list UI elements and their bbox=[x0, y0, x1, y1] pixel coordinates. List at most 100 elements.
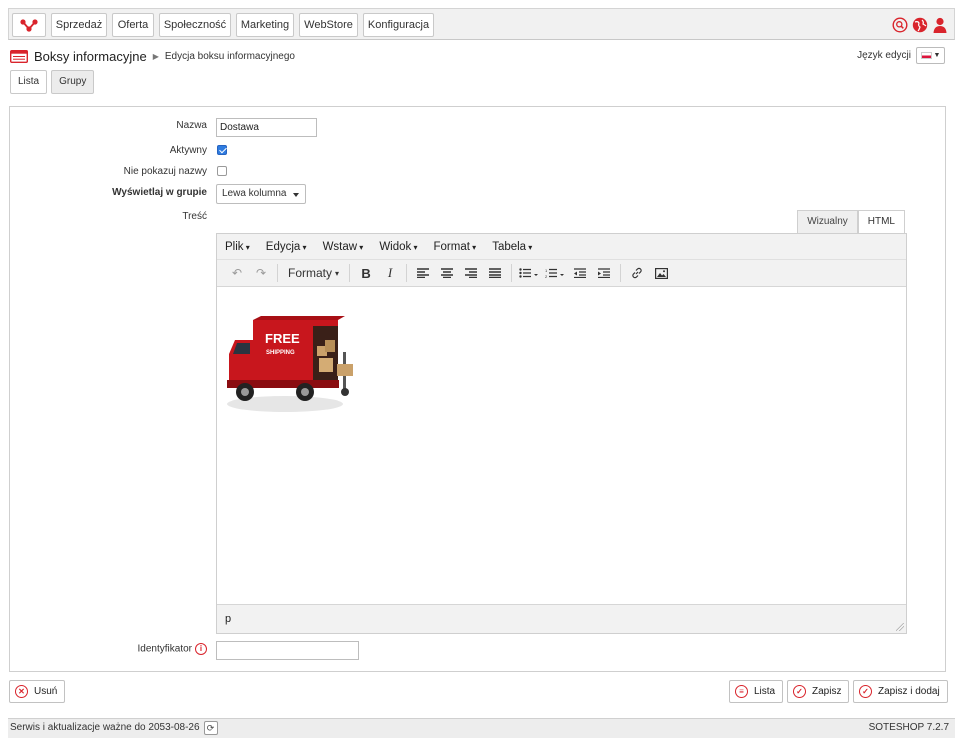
check-icon: ✓ bbox=[859, 685, 872, 698]
align-justify-icon[interactable] bbox=[483, 262, 507, 284]
nav-marketing[interactable]: Marketing bbox=[236, 13, 294, 37]
element-path[interactable]: p bbox=[225, 613, 231, 625]
tab-lista[interactable]: Lista bbox=[10, 70, 48, 94]
toolbar-divider bbox=[277, 264, 278, 282]
display-group-label: Wyświetlaj w grupie bbox=[112, 187, 207, 198]
outdent-icon[interactable] bbox=[568, 262, 592, 284]
formats-dropdown[interactable]: Formaty ▾ bbox=[282, 262, 345, 284]
editor-mode-tabs: Wizualny HTML bbox=[797, 210, 905, 234]
caret-down-icon bbox=[293, 193, 299, 197]
align-left-icon[interactable] bbox=[411, 262, 435, 284]
toolbar-divider bbox=[349, 264, 351, 282]
user-icon[interactable] bbox=[932, 17, 948, 33]
content-label: Treść bbox=[182, 211, 207, 222]
info-box-icon bbox=[10, 49, 28, 63]
delete-button[interactable]: ✕ Usuń bbox=[9, 680, 66, 703]
hide-name-checkbox[interactable] bbox=[217, 166, 227, 176]
menu-format[interactable]: Format bbox=[434, 241, 477, 253]
breadcrumb: Boksy informacyjne ▶ Edycja boksu inform… bbox=[10, 47, 295, 65]
bold-icon[interactable]: B bbox=[354, 262, 378, 284]
save-and-add-label: Zapisz i dodaj bbox=[878, 686, 940, 697]
refresh-icon[interactable]: ⟳ bbox=[203, 721, 218, 735]
caret-down-icon: ▼ bbox=[933, 52, 941, 59]
undo-icon[interactable]: ↶ bbox=[225, 262, 249, 284]
page-subtitle: Edycja boksu informacyjnego bbox=[164, 50, 295, 62]
editor-statusbar: p bbox=[217, 604, 906, 633]
svg-text:2: 2 bbox=[545, 274, 548, 278]
save-button[interactable]: ✓ Zapisz bbox=[787, 680, 850, 703]
nav-konfiguracja[interactable]: Konfiguracja bbox=[363, 13, 434, 37]
active-label: Aktywny bbox=[169, 145, 207, 156]
align-right-icon[interactable] bbox=[459, 262, 483, 284]
name-label: Nazwa bbox=[176, 120, 207, 131]
tab-wizualny[interactable]: Wizualny bbox=[797, 210, 858, 234]
editor-content-area[interactable]: FREE SHIPPING bbox=[217, 287, 906, 604]
menu-widok[interactable]: Widok bbox=[379, 241, 417, 253]
edit-form-panel: Nazwa Dostawa Aktywny Nie pokazuj nazwy … bbox=[9, 106, 946, 672]
svg-text:1: 1 bbox=[545, 268, 548, 273]
resize-handle-icon[interactable] bbox=[896, 623, 904, 631]
caret-down-icon: ▾ bbox=[335, 268, 340, 278]
tab-grupy[interactable]: Grupy bbox=[51, 70, 95, 94]
globe-icon[interactable] bbox=[912, 17, 928, 33]
link-icon[interactable] bbox=[625, 262, 649, 284]
top-navigation: Sprzedaż Oferta Społeczność Marketing We… bbox=[8, 8, 955, 40]
nav-oferta[interactable]: Oferta bbox=[112, 13, 154, 37]
tab-html[interactable]: HTML bbox=[857, 210, 905, 234]
logo-button[interactable] bbox=[12, 13, 46, 37]
rich-text-editor: Plik Edycja Wstaw Widok Format Tabela ↶ … bbox=[216, 233, 907, 634]
image-icon[interactable] bbox=[649, 262, 673, 284]
redo-icon[interactable]: ↷ bbox=[249, 262, 273, 284]
editor-menubar: Plik Edycja Wstaw Widok Format Tabela bbox=[217, 234, 906, 260]
formats-label: Formaty bbox=[288, 266, 333, 280]
list-button[interactable]: ≡ Lista bbox=[729, 680, 784, 703]
truck-free-text: FREE bbox=[265, 331, 300, 346]
menu-plik[interactable]: Plik bbox=[225, 241, 250, 253]
language-selector[interactable]: ▼ bbox=[916, 47, 945, 64]
top-right-icons bbox=[892, 15, 948, 35]
numbered-list-icon[interactable]: 12 bbox=[542, 262, 568, 284]
delete-icon: ✕ bbox=[15, 685, 28, 698]
identifier-label-text: Identyfikator bbox=[137, 643, 192, 655]
align-center-icon[interactable] bbox=[435, 262, 459, 284]
toolbar-divider bbox=[511, 264, 513, 282]
display-group-select[interactable]: Lewa kolumna bbox=[216, 184, 306, 204]
list-label: Lista bbox=[754, 686, 776, 697]
nav-spolecznosc[interactable]: Społeczność bbox=[159, 13, 231, 37]
list-icon: ≡ bbox=[735, 685, 748, 698]
save-label: Zapisz bbox=[812, 686, 842, 697]
name-input[interactable]: Dostawa bbox=[216, 118, 317, 137]
bullet-list-icon[interactable] bbox=[516, 262, 542, 284]
subtabs: Lista Grupy bbox=[10, 70, 95, 94]
identifier-input[interactable] bbox=[216, 641, 359, 660]
nav-sprzedaz[interactable]: Sprzedaż bbox=[51, 13, 107, 37]
italic-icon[interactable]: I bbox=[378, 262, 402, 284]
toolbar-divider bbox=[406, 264, 408, 282]
hide-name-label: Nie pokazuj nazwy bbox=[123, 166, 207, 177]
search-icon[interactable] bbox=[892, 17, 908, 33]
edit-language: Język edycji ▼ bbox=[857, 47, 945, 64]
nav-webstore[interactable]: WebStore bbox=[299, 13, 358, 37]
save-and-add-button[interactable]: ✓ Zapisz i dodaj bbox=[853, 680, 948, 703]
logo-icon bbox=[20, 19, 38, 32]
toolbar-divider bbox=[620, 264, 622, 282]
footer: Serwis i aktualizacje ważne do 2053-08-2… bbox=[8, 718, 955, 738]
editor-toolbar: ↶ ↷ Formaty ▾ B I 12 bbox=[217, 260, 906, 287]
free-shipping-truck-image: FREE SHIPPING bbox=[227, 316, 353, 412]
menu-wstaw[interactable]: Wstaw bbox=[323, 241, 364, 253]
poland-flag-icon bbox=[920, 52, 932, 59]
version-text: SOTESHOP 7.2.7 bbox=[868, 722, 949, 733]
menu-edycja[interactable]: Edycja bbox=[266, 241, 307, 253]
display-group-value: Lewa kolumna bbox=[222, 188, 287, 199]
indent-icon[interactable] bbox=[592, 262, 616, 284]
delete-label: Usuń bbox=[34, 686, 58, 697]
breadcrumb-arrow-icon: ▶ bbox=[152, 51, 159, 61]
page-title[interactable]: Boksy informacyjne bbox=[34, 49, 147, 64]
identifier-label: Identyfikator i bbox=[138, 643, 207, 655]
active-checkbox[interactable] bbox=[217, 145, 227, 155]
truck-shipping-text: SHIPPING bbox=[266, 350, 295, 356]
info-icon[interactable]: i bbox=[195, 643, 207, 655]
edit-language-label: Język edycji bbox=[857, 50, 911, 61]
menu-tabela[interactable]: Tabela bbox=[492, 241, 532, 253]
check-icon: ✓ bbox=[793, 685, 806, 698]
